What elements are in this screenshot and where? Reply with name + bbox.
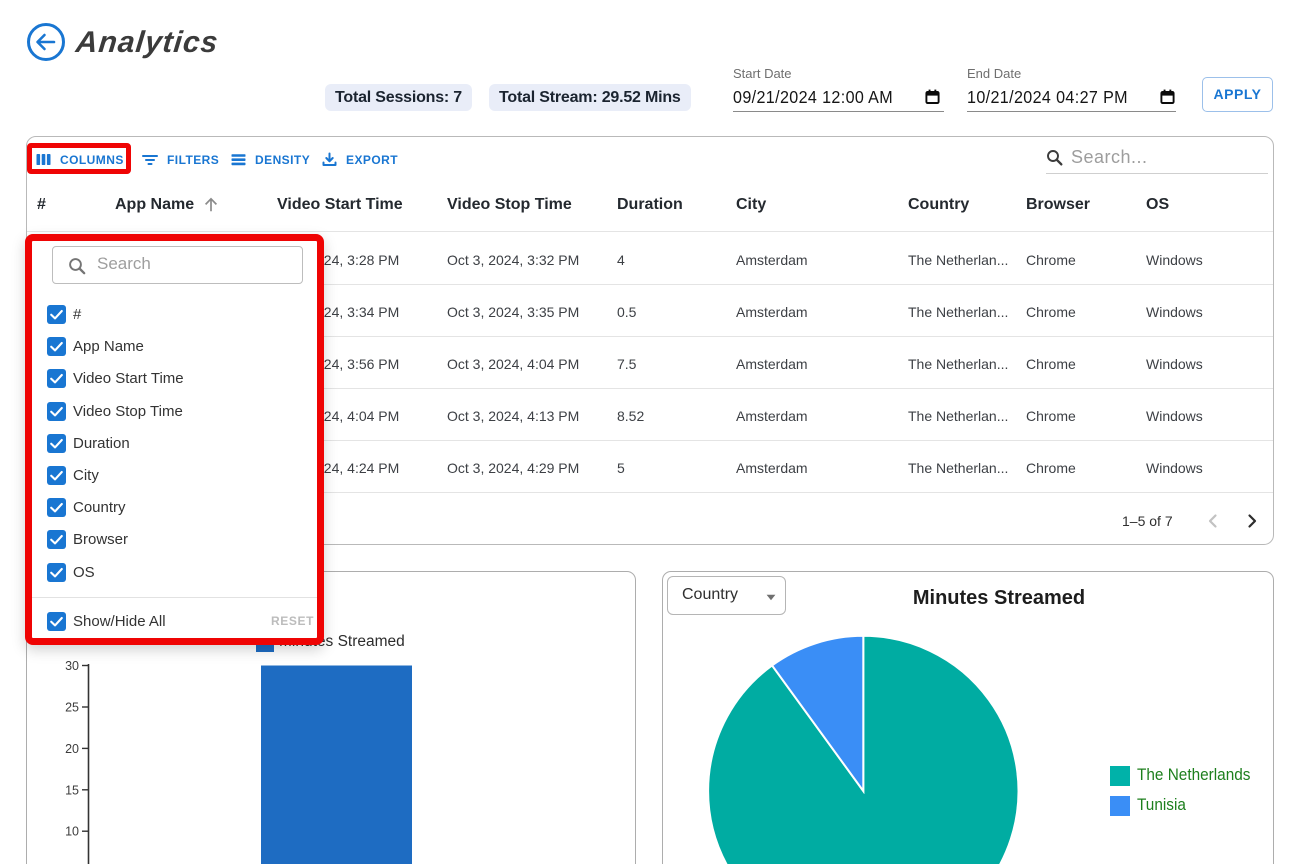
svg-text:30: 30 [65,659,79,673]
svg-text:15: 15 [65,783,79,797]
svg-text:10: 10 [65,825,79,839]
svg-text:20: 20 [65,742,79,756]
svg-text:25: 25 [65,701,79,715]
